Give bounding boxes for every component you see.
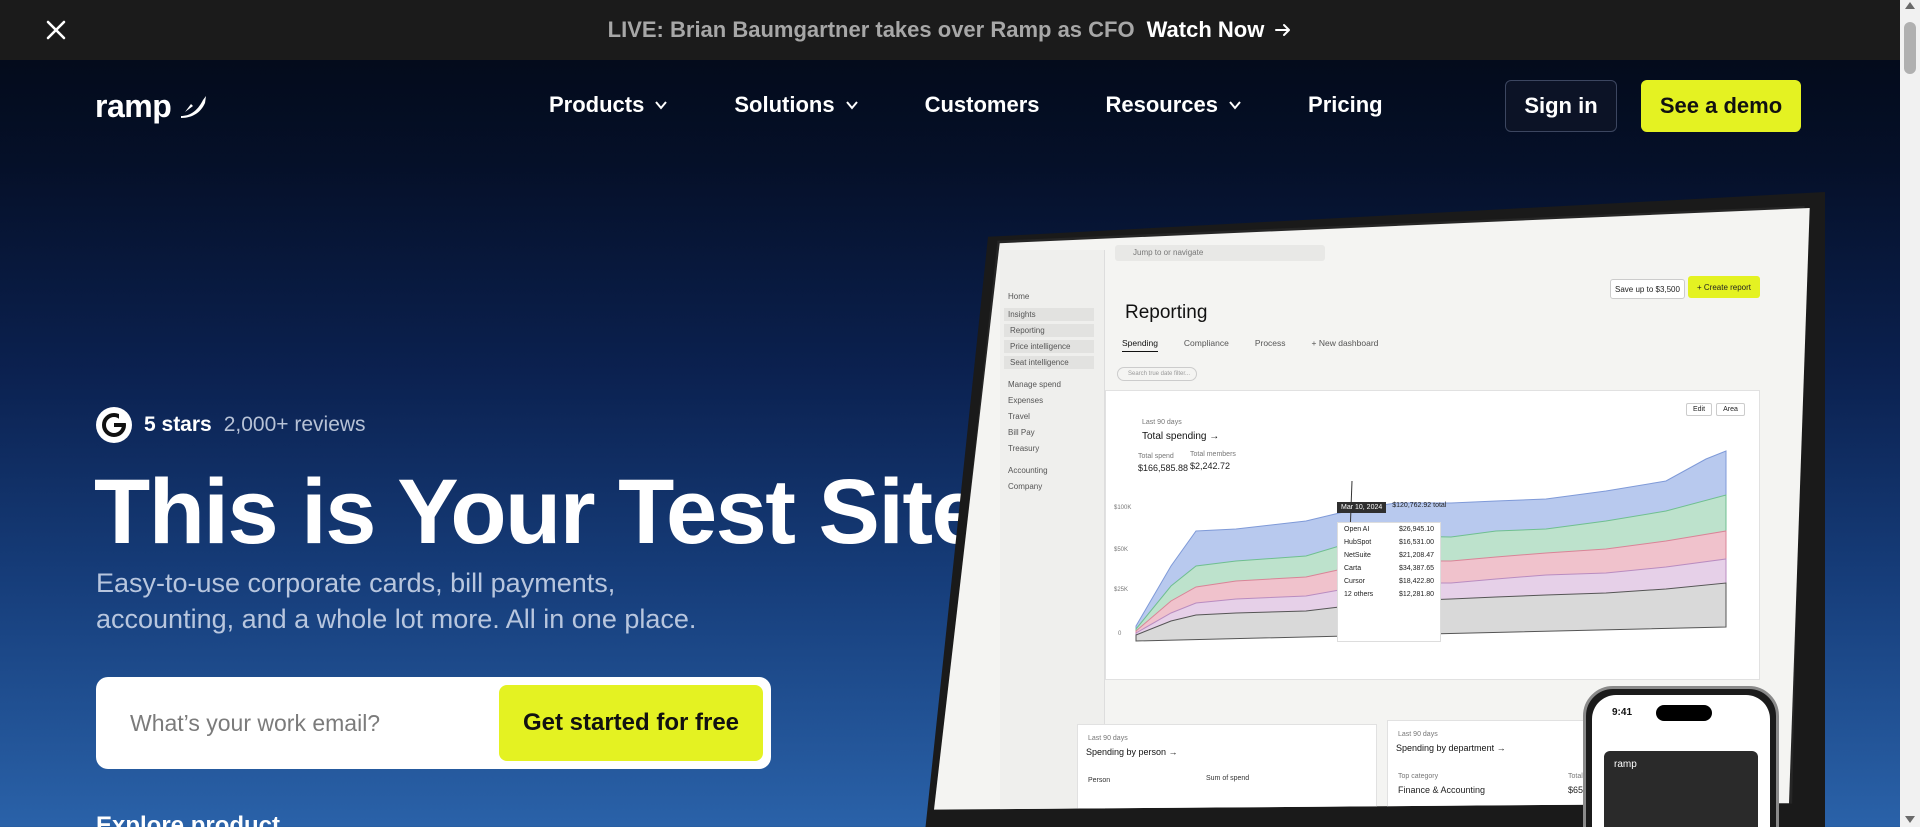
side-item: Travel	[1008, 412, 1030, 421]
card-title: Spending by person →	[1086, 747, 1178, 757]
arrow-right-icon	[1275, 24, 1291, 36]
scrollbar[interactable]	[1900, 0, 1920, 827]
scroll-down-icon[interactable]	[1905, 816, 1915, 823]
chevron-down-icon	[845, 101, 858, 110]
side-item: Reporting	[1004, 324, 1094, 337]
col-category: Top category	[1398, 773, 1439, 780]
reviews-badge: 5 stars 2,000+ reviews	[96, 407, 366, 443]
scroll-up-icon[interactable]	[1905, 2, 1915, 9]
product-phone-image: 9:41 ramp	[1583, 686, 1779, 827]
ramp-logo-icon	[181, 95, 207, 118]
explore-product-link[interactable]: Explore product	[96, 812, 280, 827]
nav-solutions-label: Solutions	[734, 92, 835, 117]
nav-pricing[interactable]: Pricing	[1308, 92, 1383, 118]
phone-time: 9:41	[1612, 707, 1633, 718]
hero-headline: This is Your Test Site	[94, 461, 983, 563]
phone-card-logo: ramp	[1614, 759, 1637, 770]
side-item: Company	[1008, 482, 1043, 491]
report-tabs: Spending Compliance Process + New dashbo…	[1122, 338, 1378, 352]
nav-solutions[interactable]: Solutions	[734, 92, 858, 118]
y-tick-100k: $100K	[1114, 505, 1131, 511]
tab-compliance: Compliance	[1183, 338, 1229, 348]
create-report-button: + Create report	[1688, 276, 1760, 298]
phone-card: ramp	[1604, 751, 1758, 827]
watch-now-label: Watch Now	[1146, 17, 1265, 42]
work-email-input[interactable]	[130, 699, 480, 747]
side-item: Price intelligence	[1004, 340, 1094, 353]
save-up-button: Save up to $3,500	[1610, 279, 1685, 299]
chevron-down-icon	[655, 101, 668, 110]
hero-subhead: Easy-to-use corporate cards, bill paymen…	[96, 568, 697, 634]
y-tick-25k: $25K	[1114, 587, 1128, 593]
nav-products-label: Products	[549, 92, 645, 117]
chart-tooltip: Open AI $26,945.10 HubSpot $16,531.00 NetS…	[1337, 522, 1441, 642]
tooltip-row: Open AI $26,945.10	[1344, 526, 1434, 533]
announcement-banner: LIVE: Brian Baumgartner takes over Ramp …	[0, 0, 1900, 60]
side-item: Treasury	[1008, 444, 1040, 453]
reviews-count: 2,000+ reviews	[223, 413, 366, 436]
tab-spending: Spending	[1122, 338, 1158, 352]
jump-search: Jump to or navigate	[1115, 245, 1325, 261]
y-tick-50k: $50K	[1114, 547, 1128, 553]
nav-resources[interactable]: Resources	[1106, 92, 1243, 118]
tooltip-date: Mar 10, 2024	[1337, 502, 1387, 513]
nav-pricing-label: Pricing	[1308, 92, 1383, 117]
tab-new-dashboard: + New dashboard	[1311, 338, 1379, 348]
card-title: Spending by department →	[1396, 743, 1506, 753]
y-tick-0: 0	[1118, 631, 1122, 637]
side-item: Manage spend	[1008, 380, 1061, 389]
watch-now-link[interactable]: Watch Now	[1147, 17, 1293, 43]
logo-text: ramp	[95, 88, 172, 124]
email-signup-form: Get started for free	[96, 677, 771, 769]
explore-label: Explore product	[96, 812, 281, 827]
dept-row-label: Finance & Accounting	[1398, 785, 1486, 795]
side-item: Home	[1008, 292, 1030, 301]
sign-in-button[interactable]: Sign in	[1505, 80, 1617, 132]
period-label: Last 90 days	[1398, 731, 1438, 738]
tooltip-row: 12 others $12,281.80	[1344, 591, 1434, 598]
tab-process: Process	[1254, 338, 1286, 348]
ramp-logo[interactable]: ramp	[95, 88, 209, 125]
banner-text: LIVE: Brian Baumgartner takes over Ramp …	[607, 17, 1135, 42]
tooltip-row: Cursor $18,422.80	[1344, 578, 1434, 585]
side-item: Expenses	[1008, 396, 1044, 405]
side-item: Seat intelligence	[1004, 356, 1094, 369]
period-label: Last 90 days	[1088, 735, 1128, 742]
nav-customers[interactable]: Customers	[925, 92, 1040, 118]
tooltip-row: NetSuite $21,208.47	[1344, 552, 1434, 559]
nav-resources-label: Resources	[1105, 92, 1219, 117]
tooltip-row: Carta $34,387.65	[1344, 565, 1434, 572]
tooltip-total: $120,762.92 total	[1392, 502, 1447, 509]
nav-products[interactable]: Products	[549, 92, 668, 118]
get-started-button[interactable]: Get started for free	[499, 685, 763, 761]
main-nav: ramp Products Solutions Customers Resour…	[0, 60, 1900, 152]
chart-tooltip-header: Mar 10, 2024 $120,762.92 total	[1337, 502, 1446, 513]
dynamic-island	[1656, 705, 1712, 721]
close-icon[interactable]	[44, 18, 68, 42]
side-item: Bill Pay	[1008, 428, 1035, 437]
side-item: Insights	[1004, 308, 1094, 321]
chevron-down-icon	[1229, 101, 1241, 110]
report-search: Search true date filter...	[1117, 367, 1197, 381]
g2-icon	[96, 407, 132, 443]
stars-text: 5 stars	[144, 413, 212, 436]
tooltip-row: HubSpot $16,531.00	[1344, 539, 1434, 546]
side-item: Accounting	[1008, 466, 1048, 475]
see-demo-button[interactable]: See a demo	[1641, 80, 1801, 132]
nav-items: Products Solutions Customers Resources P…	[549, 92, 1449, 118]
col-person: Person	[1088, 777, 1111, 784]
phone-screen: 9:41 ramp	[1592, 695, 1770, 827]
nav-customers-label: Customers	[924, 92, 1040, 117]
col-sum: Sum of spend	[1206, 775, 1250, 782]
report-title: Reporting	[1125, 302, 1208, 323]
scroll-thumb[interactable]	[1904, 22, 1916, 74]
